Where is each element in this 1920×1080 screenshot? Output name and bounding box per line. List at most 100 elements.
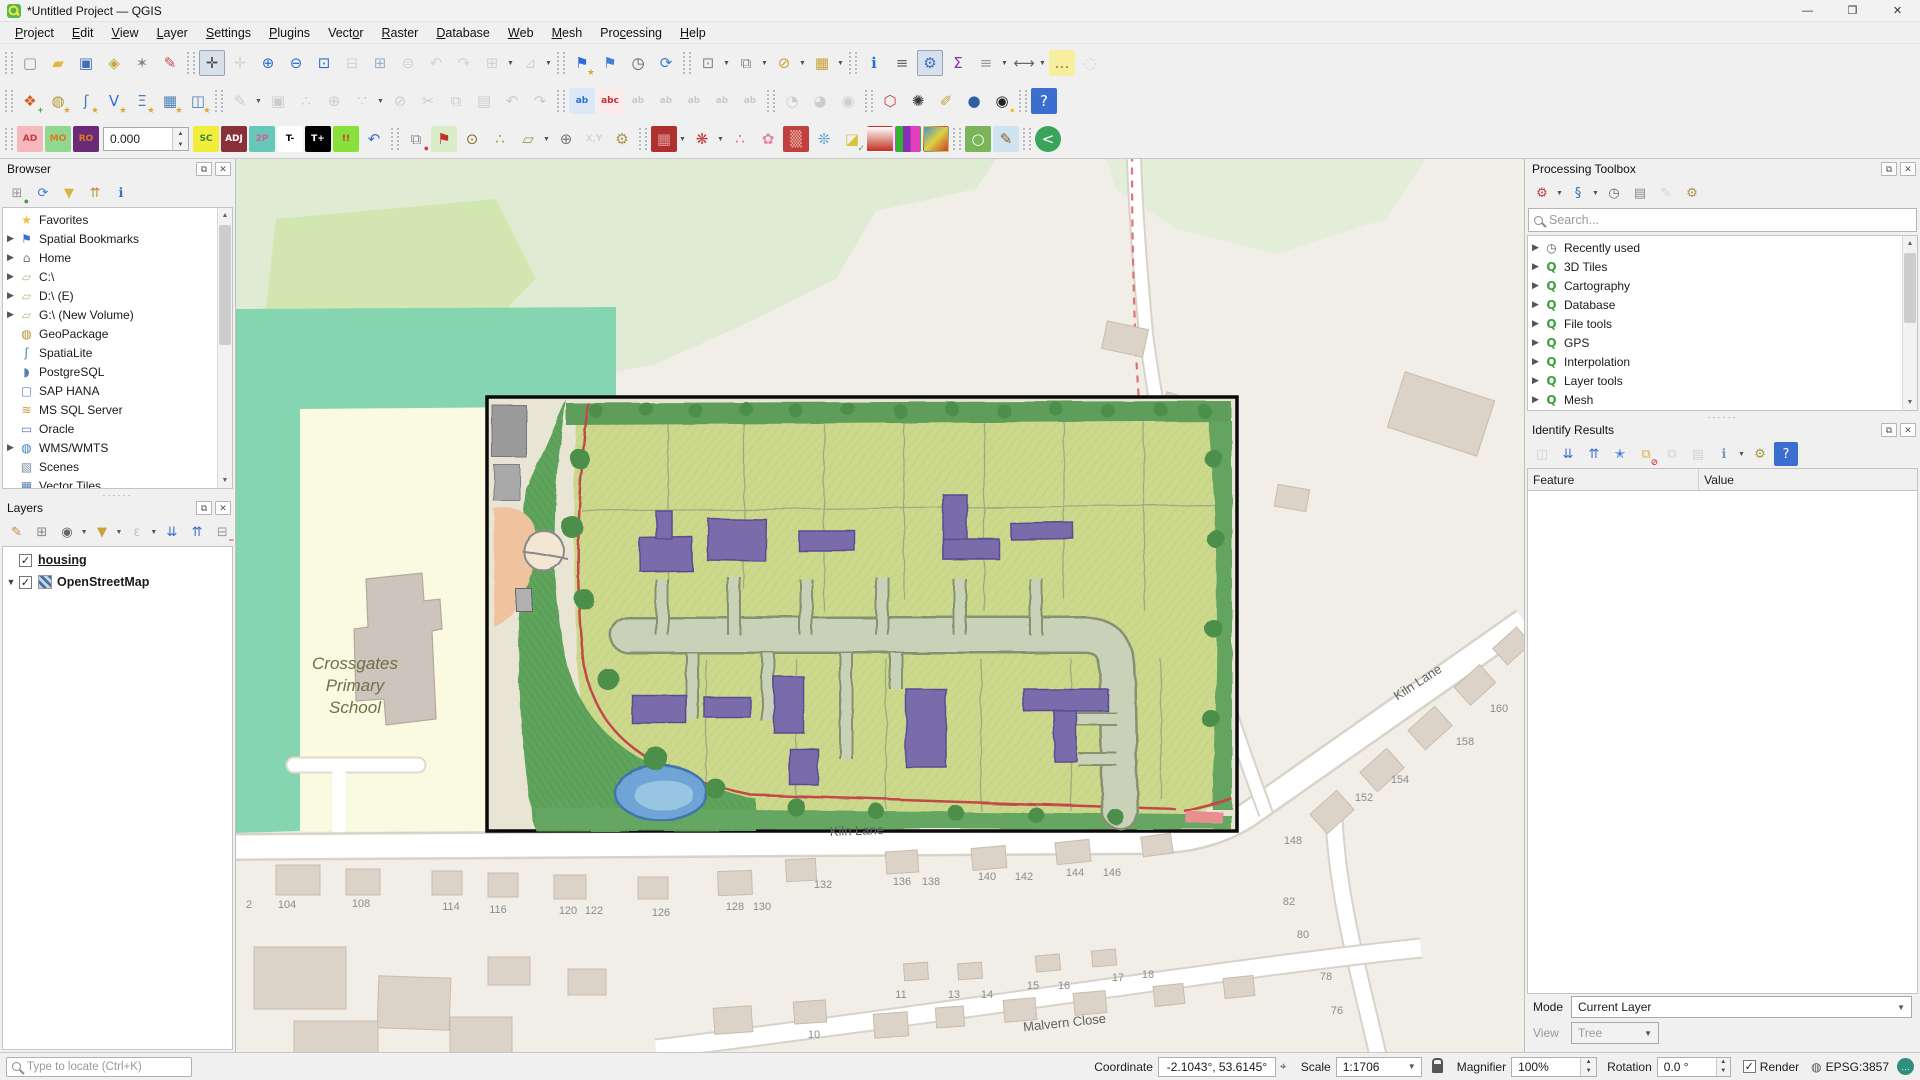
processing-item-mesh[interactable]: ▶QMesh bbox=[1528, 390, 1902, 409]
plugin-globe-user-icon[interactable]: ✺ bbox=[905, 88, 931, 114]
random-raster-icon[interactable]: ▒ bbox=[783, 126, 809, 152]
identify-settings-icon[interactable]: ⚙ bbox=[1748, 442, 1772, 466]
label-move-icon[interactable]: ab bbox=[681, 88, 707, 114]
deselect-features-dropdown-icon[interactable]: ▼ bbox=[798, 50, 807, 76]
zoom-out-icon[interactable]: ⊖ bbox=[283, 50, 309, 76]
manage-map-themes-dropdown-icon[interactable]: ▼ bbox=[80, 519, 89, 545]
extents-icon[interactable]: ⌖ bbox=[1280, 1059, 1287, 1074]
toolbar-handle[interactable] bbox=[5, 52, 13, 74]
scale-combo[interactable]: 1:1706▼ bbox=[1336, 1057, 1422, 1077]
polygon-capture-icon[interactable]: ▱ bbox=[515, 126, 541, 152]
polygon-capture-dropdown-icon[interactable]: ▼ bbox=[542, 126, 551, 152]
expander-icon[interactable]: ▶ bbox=[1528, 299, 1543, 310]
search-green-icon[interactable]: ○ bbox=[965, 126, 991, 152]
filter-legend-by-expression-dropdown-icon[interactable]: ▼ bbox=[150, 519, 159, 545]
expander-icon[interactable]: ▶ bbox=[3, 233, 18, 244]
browser-item-g-new-volume[interactable]: ▶▱G:\ (New Volume) bbox=[3, 305, 217, 324]
rotation-spinner[interactable]: 0.0 ° ▲▼ bbox=[1657, 1057, 1731, 1077]
browser-item-vector-tiles[interactable]: ▦Vector Tiles bbox=[3, 476, 217, 488]
map-canvas[interactable]: CrossgatesPrimarySchool Kiln LaneKiln La… bbox=[236, 159, 1524, 1052]
tool-2p-icon[interactable]: 2P bbox=[249, 126, 275, 152]
osm-edit-icon[interactable]: ✎ bbox=[993, 126, 1019, 152]
layer-diagram-icon[interactable]: ◔ bbox=[779, 88, 805, 114]
toolbar-handle[interactable] bbox=[639, 128, 647, 150]
processing-item-interpolation[interactable]: ▶QInterpolation bbox=[1528, 352, 1902, 371]
panel-splitter[interactable]: ······ bbox=[1525, 413, 1920, 420]
browser-item-wms-wmts[interactable]: ▶◍WMS/WMTS bbox=[3, 438, 217, 457]
toolbar-handle[interactable] bbox=[187, 52, 195, 74]
refresh-map-icon[interactable]: ⟳ bbox=[653, 50, 679, 76]
zoom-in-icon[interactable]: ⊕ bbox=[255, 50, 281, 76]
messages-icon[interactable]: … bbox=[1897, 1058, 1914, 1075]
close-panel-icon[interactable]: ✕ bbox=[215, 162, 231, 176]
paste-features-icon[interactable]: ▤ bbox=[471, 88, 497, 114]
layer-item-openstreetmap[interactable]: ▼✓OpenStreetMap bbox=[3, 571, 232, 593]
column-header-feature[interactable]: Feature bbox=[1528, 469, 1699, 490]
plugin-edit-tool-icon[interactable]: ✐ bbox=[933, 88, 959, 114]
select-features-dropdown-icon[interactable]: ▼ bbox=[722, 50, 731, 76]
redo-icon[interactable]: ↷ bbox=[527, 88, 553, 114]
browser-item-sap-hana[interactable]: ▢SAP HANA bbox=[3, 381, 217, 400]
processing-item-layer-tools[interactable]: ▶QLayer tools bbox=[1528, 371, 1902, 390]
open-layer-styling-icon[interactable]: ✎ bbox=[5, 520, 28, 544]
data-source-manager-icon[interactable]: ❖+ bbox=[17, 88, 43, 114]
tool-t-plus-icon[interactable]: T+ bbox=[305, 126, 331, 152]
menu-database[interactable]: Database bbox=[427, 22, 499, 43]
toolbar-handle[interactable] bbox=[953, 128, 961, 150]
locate-input[interactable]: Type to locate (Ctrl+K) bbox=[6, 1057, 192, 1077]
plugin-hexagon-icon[interactable]: ⬡ bbox=[877, 88, 903, 114]
plugin-sphere-icon[interactable]: ● bbox=[961, 88, 987, 114]
xy-capture-icon[interactable]: X,Y bbox=[581, 126, 607, 152]
view-select[interactable]: Tree▼ bbox=[1571, 1022, 1659, 1044]
coordinate-field[interactable]: -2.1043°, 53.6145° bbox=[1158, 1057, 1276, 1077]
toolbar-handle[interactable] bbox=[557, 90, 565, 112]
options-icon[interactable]: ⚙ bbox=[1680, 181, 1704, 205]
zoom-to-points-icon[interactable]: ∴ bbox=[487, 126, 513, 152]
new-annotation-icon[interactable]: ◌ bbox=[1077, 50, 1103, 76]
style-manager-icon[interactable]: ✎ bbox=[157, 50, 183, 76]
close-button[interactable]: ✕ bbox=[1875, 0, 1920, 21]
toolbar-handle[interactable] bbox=[5, 128, 13, 150]
kernel-density-icon[interactable]: ❋ bbox=[689, 126, 715, 152]
browser-scrollbar[interactable]: ▲ ▼ bbox=[217, 208, 232, 488]
float-panel-icon[interactable]: ⧉ bbox=[196, 162, 212, 176]
layer-labeling-icon[interactable]: ab bbox=[569, 88, 595, 114]
expand-all-icon[interactable]: ⇊ bbox=[160, 520, 183, 544]
models-icon[interactable]: ⚙ bbox=[1530, 181, 1554, 205]
undo-arrow-icon[interactable]: ↶ bbox=[361, 126, 387, 152]
point-cluster-icon[interactable]: ∴ bbox=[727, 126, 753, 152]
statistical-summary-icon[interactable]: ≡ bbox=[889, 50, 915, 76]
tolerance-spinner[interactable]: 0.000▲▼ bbox=[103, 127, 189, 151]
open-project-icon[interactable]: ▰ bbox=[45, 50, 71, 76]
project-options-icon[interactable]: ✶ bbox=[129, 50, 155, 76]
processing-item-recently-used[interactable]: ▶◷Recently used bbox=[1528, 238, 1902, 257]
results-viewer-icon[interactable]: ▤ bbox=[1628, 181, 1652, 205]
deselect-features-icon[interactable]: ⊘ bbox=[771, 50, 797, 76]
thermal-map-icon[interactable] bbox=[923, 126, 949, 152]
open-attribute-table-dropdown-icon[interactable]: ▼ bbox=[836, 50, 845, 76]
menu-web[interactable]: Web bbox=[499, 22, 543, 43]
gradient-ramp-icon[interactable] bbox=[867, 126, 893, 152]
layer-actions-icon[interactable]: ≡ bbox=[973, 50, 999, 76]
scroll-down-icon[interactable]: ▼ bbox=[218, 473, 232, 488]
edit-features-in-place-icon[interactable]: ✎ bbox=[1654, 181, 1678, 205]
menu-layer[interactable]: Layer bbox=[148, 22, 197, 43]
processing-item-file-tools[interactable]: ▶QFile tools bbox=[1528, 314, 1902, 333]
menu-processing[interactable]: Processing bbox=[591, 22, 671, 43]
browser-item-postgresql[interactable]: ◗PostgreSQL bbox=[3, 362, 217, 381]
label-properties-icon[interactable]: ab bbox=[737, 88, 763, 114]
measure-line-icon[interactable]: ⟷ bbox=[1011, 50, 1037, 76]
browser-item-d-e[interactable]: ▶▱D:\ (E) bbox=[3, 286, 217, 305]
select-features-by-value-icon[interactable]: ⧉ bbox=[733, 50, 759, 76]
processing-search-input[interactable]: Search... bbox=[1528, 208, 1917, 232]
color-stripes-icon[interactable] bbox=[895, 126, 921, 152]
filter-legend-by-expression-icon[interactable]: ε bbox=[125, 520, 148, 544]
show-statistics-icon[interactable]: Σ bbox=[945, 50, 971, 76]
new-spatial-bookmark-icon[interactable]: ⚑★ bbox=[569, 50, 595, 76]
zoom-last-icon[interactable]: ↶ bbox=[423, 50, 449, 76]
pan-map-icon[interactable]: ✛ bbox=[199, 50, 225, 76]
toggle-editing-icon[interactable]: ✎ bbox=[227, 88, 253, 114]
add-group-icon[interactable]: ⊞ bbox=[30, 520, 53, 544]
tool-mo-icon[interactable]: MO bbox=[45, 126, 71, 152]
manage-map-themes-icon[interactable]: ◉ bbox=[55, 520, 78, 544]
